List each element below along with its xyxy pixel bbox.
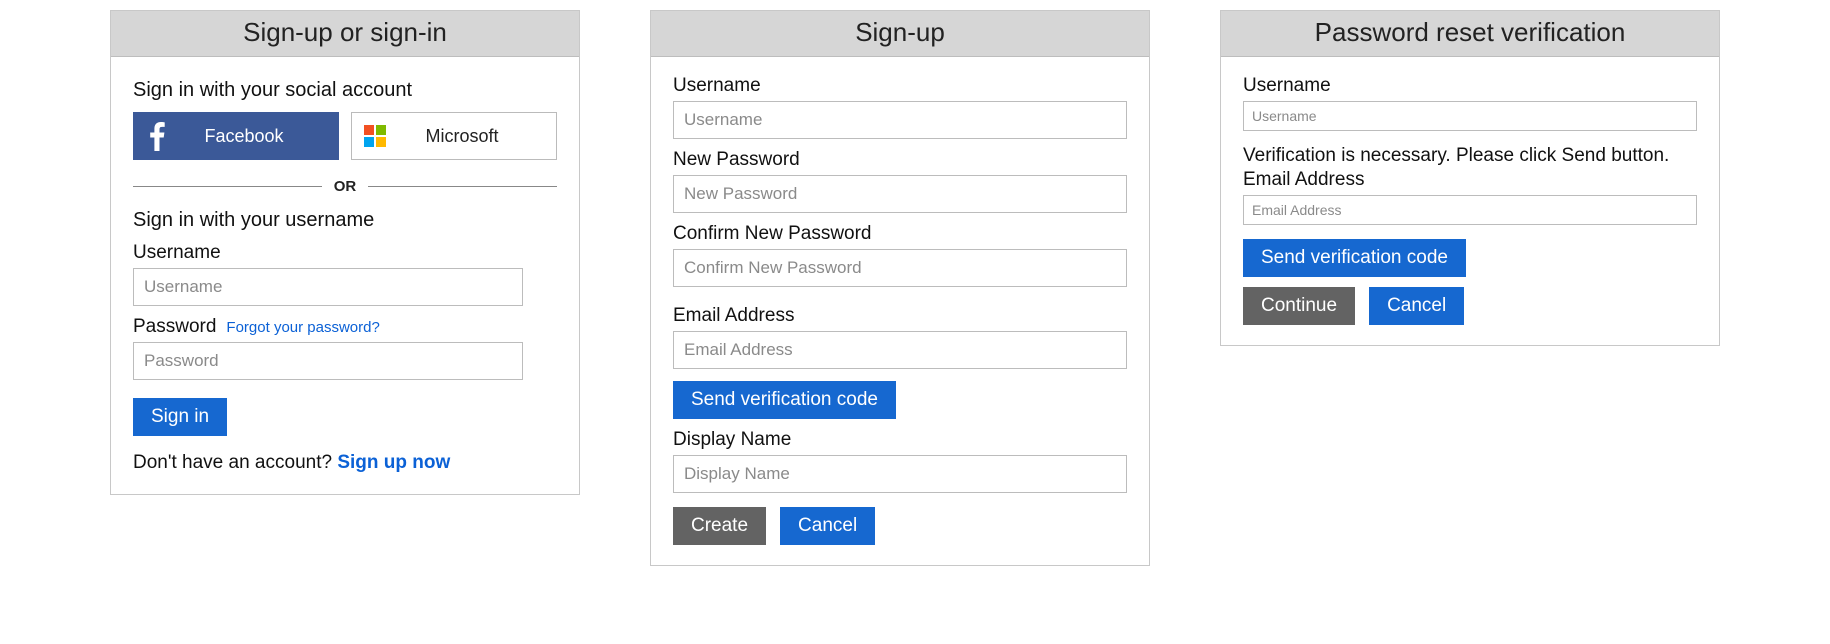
microsoft-label: Microsoft	[398, 126, 556, 147]
microsoft-icon	[352, 125, 398, 147]
signin-panel: Sign-up or sign-in Sign in with your soc…	[110, 10, 580, 495]
signup-cancel-button[interactable]: Cancel	[780, 507, 875, 545]
reset-panel: Password reset verification Username Ver…	[1220, 10, 1720, 346]
password-label-row: Password Forgot your password?	[133, 316, 557, 338]
signup-email-input[interactable]	[673, 331, 1127, 369]
reset-email-label: Email Address	[1243, 169, 1697, 191]
reset-body: Username Verification is necessary. Plea…	[1221, 57, 1719, 345]
create-button[interactable]: Create	[673, 507, 766, 545]
display-name-input[interactable]	[673, 455, 1127, 493]
signup-send-code-button[interactable]: Send verification code	[673, 381, 896, 419]
verification-message: Verification is necessary. Please click …	[1243, 145, 1697, 167]
signup-prompt: Don't have an account?	[133, 452, 332, 473]
facebook-label: Facebook	[180, 126, 338, 147]
reset-button-row: Continue Cancel	[1243, 287, 1697, 325]
social-buttons-row: Facebook Microsoft	[133, 112, 557, 160]
username-label: Username	[133, 242, 557, 264]
reset-username-label: Username	[1243, 75, 1697, 97]
signup-panel: Sign-up Username New Password Confirm Ne…	[650, 10, 1150, 566]
reset-email-input[interactable]	[1243, 195, 1697, 225]
signup-username-label: Username	[673, 75, 1127, 97]
reset-header: Password reset verification	[1221, 11, 1719, 57]
signup-username-input[interactable]	[673, 101, 1127, 139]
continue-button[interactable]: Continue	[1243, 287, 1355, 325]
display-name-label: Display Name	[673, 429, 1127, 451]
confirm-password-input[interactable]	[673, 249, 1127, 287]
or-divider: OR	[133, 178, 557, 195]
forgot-password-link[interactable]: Forgot your password?	[226, 319, 379, 336]
new-password-input[interactable]	[673, 175, 1127, 213]
signup-button-row: Create Cancel	[673, 507, 1127, 545]
new-password-label: New Password	[673, 149, 1127, 171]
reset-username-input[interactable]	[1243, 101, 1697, 131]
signup-link[interactable]: Sign up now	[337, 452, 450, 473]
signin-button[interactable]: Sign in	[133, 398, 227, 436]
social-signin-title: Sign in with your social account	[133, 79, 557, 102]
password-input[interactable]	[133, 342, 523, 380]
signin-header: Sign-up or sign-in	[111, 11, 579, 57]
signin-body: Sign in with your social account Faceboo…	[111, 57, 579, 494]
facebook-icon	[134, 121, 180, 151]
facebook-button[interactable]: Facebook	[133, 112, 339, 160]
local-signin-title: Sign in with your username	[133, 209, 557, 232]
microsoft-button[interactable]: Microsoft	[351, 112, 557, 160]
username-input[interactable]	[133, 268, 523, 306]
signup-body: Username New Password Confirm New Passwo…	[651, 57, 1149, 565]
signup-email-label: Email Address	[673, 305, 1127, 327]
signup-prompt-row: Don't have an account? Sign up now	[133, 452, 557, 474]
or-text: OR	[322, 178, 369, 195]
confirm-password-label: Confirm New Password	[673, 223, 1127, 245]
reset-send-code-button[interactable]: Send verification code	[1243, 239, 1466, 277]
signup-header: Sign-up	[651, 11, 1149, 57]
password-label: Password	[133, 316, 216, 338]
reset-cancel-button[interactable]: Cancel	[1369, 287, 1464, 325]
